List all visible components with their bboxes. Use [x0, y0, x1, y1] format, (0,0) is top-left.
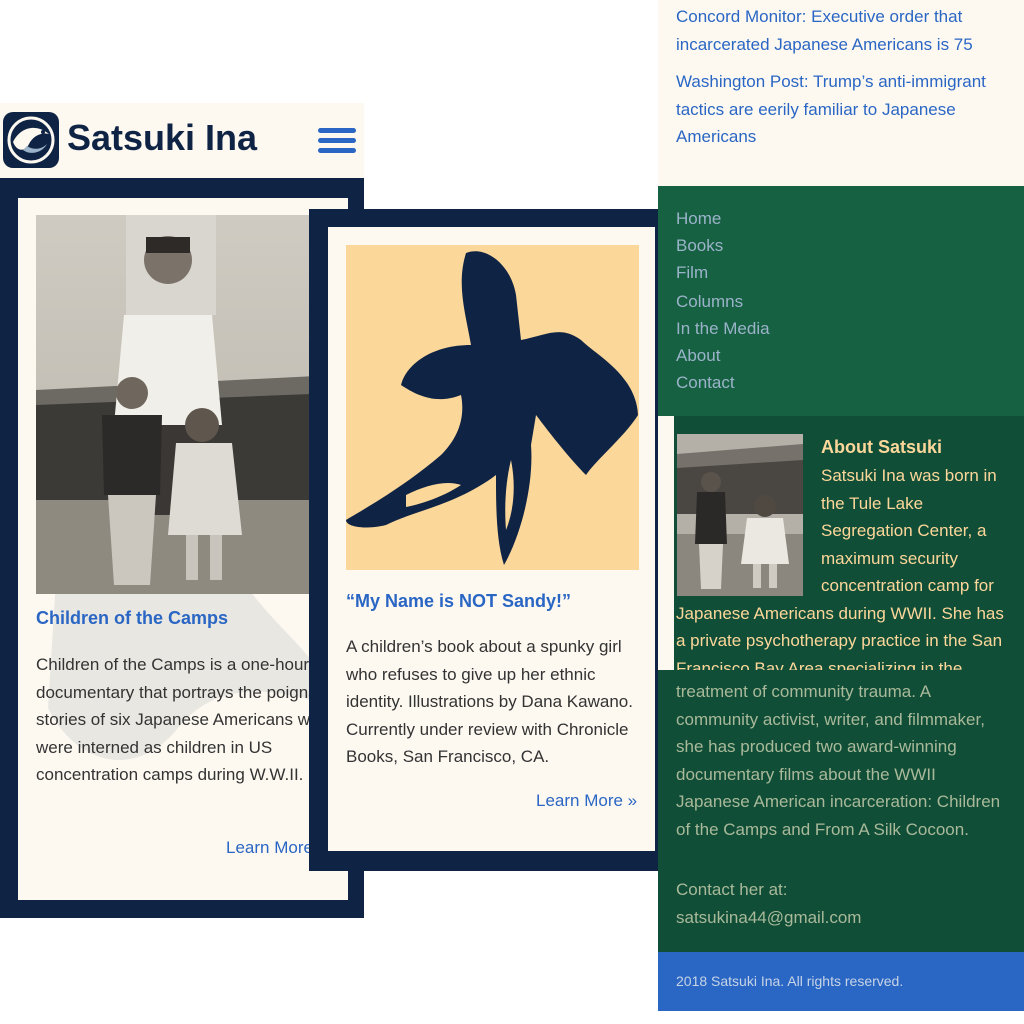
media-links-section: Concord Monitor: Executive order that in…	[658, 0, 1024, 186]
media-link-concord-monitor[interactable]: Concord Monitor: Executive order that in…	[676, 3, 1006, 58]
about-text-full-width: Japanese Americans during WWII. She has …	[676, 603, 1004, 678]
about-section-continued: treatment of community trauma. A communi…	[658, 670, 1024, 952]
about-edge-strip	[658, 416, 674, 670]
film-card: Children of the Camps Children of the Ca…	[18, 198, 348, 900]
about-text-top: Satsuki Ina was born in the Tule Lake Se…	[676, 462, 1006, 682]
book-card-frame: “My Name is NOT Sandy!” A children’s boo…	[309, 209, 674, 871]
nav-contact[interactable]: Contact	[676, 373, 735, 393]
footer-navigation: Home Books Film Columns In the Media Abo…	[658, 186, 1024, 416]
hamburger-menu-icon[interactable]	[318, 128, 356, 154]
calligraphy-kanji-icon	[346, 251, 638, 565]
book-card-description: A children’s book about a spunky girl wh…	[346, 637, 633, 766]
nav-columns[interactable]: Columns	[676, 292, 743, 312]
site-footer: 2018 Satsuki Ina. All rights reserved.	[658, 952, 1024, 1011]
book-cover-image	[346, 245, 639, 570]
site-title[interactable]: Satsuki Ina	[67, 117, 257, 159]
nav-about[interactable]: About	[676, 346, 720, 366]
film-card-description: Children of the Camps is a one-hour docu…	[36, 655, 332, 784]
site-header: Satsuki Ina	[0, 103, 364, 178]
about-text-bottom: treatment of community trauma. A communi…	[676, 682, 1001, 839]
crane-logo-icon[interactable]	[3, 112, 59, 168]
book-card-title[interactable]: “My Name is NOT Sandy!”	[346, 591, 571, 612]
nav-in-the-media[interactable]: In the Media	[676, 319, 770, 339]
nav-books[interactable]: Books	[676, 236, 723, 256]
nav-film[interactable]: Film	[676, 263, 708, 283]
media-link-washington-post[interactable]: Washington Post: Trump’s anti-immigrant …	[676, 68, 1006, 151]
book-card: “My Name is NOT Sandy!” A children’s boo…	[328, 227, 655, 851]
book-learn-more-link[interactable]: Learn More »	[536, 791, 637, 811]
copyright-text: 2018 Satsuki Ina. All rights reserved.	[676, 973, 904, 989]
family-camp-photo	[36, 215, 336, 594]
about-heading: About Satsuki	[821, 437, 943, 457]
contact-label: Contact her at:	[676, 880, 788, 899]
film-card-title[interactable]: Children of the Camps	[36, 608, 228, 629]
contact-email-link[interactable]: satsukina44@gmail.com	[676, 908, 861, 928]
about-text-beside-photo: Satsuki Ina was born in the Tule Lake Se…	[821, 466, 997, 595]
nav-home[interactable]: Home	[676, 209, 721, 229]
